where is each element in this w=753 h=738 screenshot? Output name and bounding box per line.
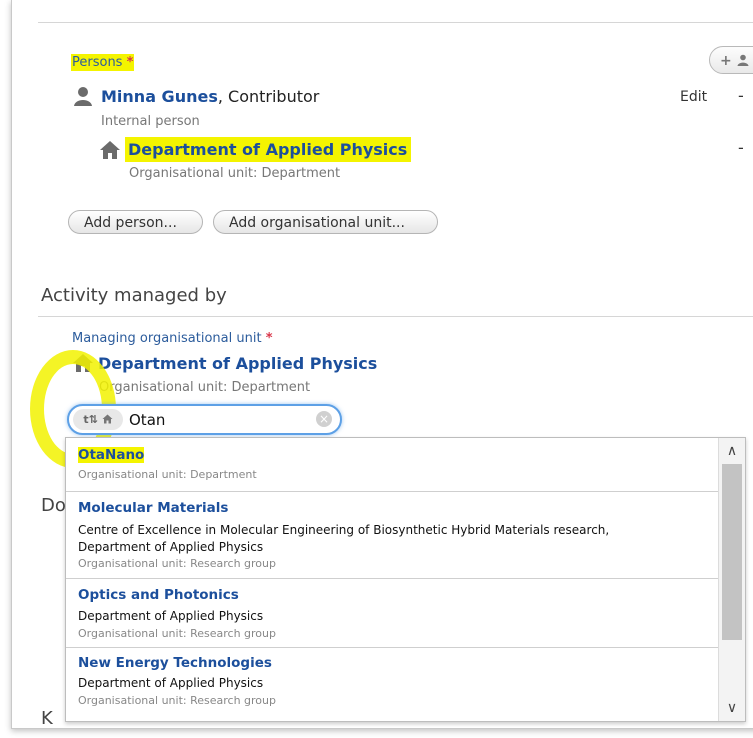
person-type: Internal person: [101, 114, 200, 129]
result-item[interactable]: Molecular Materials Centre of Excellence…: [66, 491, 742, 579]
result-line: Department of Applied Physics: [78, 609, 264, 623]
add-person-icon: +: [720, 53, 732, 69]
search-type-toggle[interactable]: t⇅: [73, 409, 123, 430]
department-type: Organisational unit: Department: [129, 166, 341, 181]
documents-section-title-partial: Do: [41, 495, 66, 516]
required-mark: *: [126, 55, 134, 70]
section-divider: [38, 316, 753, 317]
result-title: Molecular Materials: [78, 500, 229, 516]
person-name-link[interactable]: Minna Gunes: [101, 87, 218, 106]
remove-department-button[interactable]: -: [738, 138, 744, 157]
result-subtitle: Organisational unit: Research group: [78, 557, 276, 570]
persons-field-label: Persons *: [71, 54, 135, 71]
home-icon: [100, 140, 120, 159]
result-title: OtaNano: [78, 447, 145, 463]
managing-department-entry: Department of Applied Physics: [72, 353, 377, 373]
person-icon: [737, 54, 749, 66]
result-item[interactable]: New Energy Technologies Department of Ap…: [66, 647, 742, 721]
result-title: Optics and Photonics: [78, 587, 239, 603]
result-title: New Energy Technologies: [78, 655, 272, 671]
home-icon: [102, 414, 113, 424]
remove-person-button[interactable]: -: [738, 86, 744, 105]
scroll-up-icon[interactable]: ∧: [719, 440, 745, 462]
keywords-section-title-partial: K: [41, 708, 53, 729]
person-icon: [74, 87, 92, 106]
add-person-icon-button[interactable]: +: [709, 46, 753, 74]
persons-label-text: Persons: [72, 55, 123, 70]
person-entry: Minna Gunes , Contributor: [73, 86, 319, 106]
org-unit-search-field[interactable]: t⇅ ×: [67, 404, 342, 435]
search-input[interactable]: [129, 409, 309, 430]
department-name-link[interactable]: Department of Applied Physics: [125, 137, 412, 162]
person-department-entry: Department of Applied Physics: [99, 137, 412, 162]
add-person-button[interactable]: Add person...: [68, 210, 203, 234]
result-subtitle: Organisational unit: Research group: [78, 694, 276, 707]
add-org-unit-button[interactable]: Add organisational unit...: [213, 210, 438, 234]
scroll-thumb[interactable]: [722, 464, 742, 640]
required-mark: *: [265, 331, 273, 346]
scroll-down-icon[interactable]: ∨: [719, 697, 745, 719]
result-line: Department of Applied Physics: [78, 540, 264, 554]
managing-unit-label: Managing organisational unit *: [72, 331, 273, 346]
managing-department-type: Organisational unit: Department: [99, 380, 311, 395]
result-line: Department of Applied Physics: [78, 676, 264, 690]
person-role: , Contributor: [217, 86, 320, 106]
autocomplete-dropdown: OtaNano Organisational unit: Department …: [65, 437, 746, 722]
swap-icon: t⇅: [83, 413, 98, 426]
managing-department-link[interactable]: Department of Applied Physics: [98, 354, 377, 373]
dropdown-scrollbar[interactable]: ∧ ∨: [718, 438, 745, 721]
result-subtitle: Organisational unit: Department: [78, 468, 257, 481]
result-item[interactable]: OtaNano Organisational unit: Department: [66, 438, 742, 492]
section-title: Activity managed by: [41, 285, 227, 306]
result-subtitle: Organisational unit: Research group: [78, 627, 276, 640]
clear-icon[interactable]: ×: [316, 411, 332, 427]
result-item[interactable]: Optics and Photonics Department of Appli…: [66, 578, 742, 648]
top-divider: [38, 22, 753, 23]
edit-person-link[interactable]: Edit: [680, 89, 707, 105]
managing-unit-label-text: Managing organisational unit: [72, 331, 262, 346]
result-line: Centre of Excellence in Molecular Engine…: [78, 523, 610, 537]
